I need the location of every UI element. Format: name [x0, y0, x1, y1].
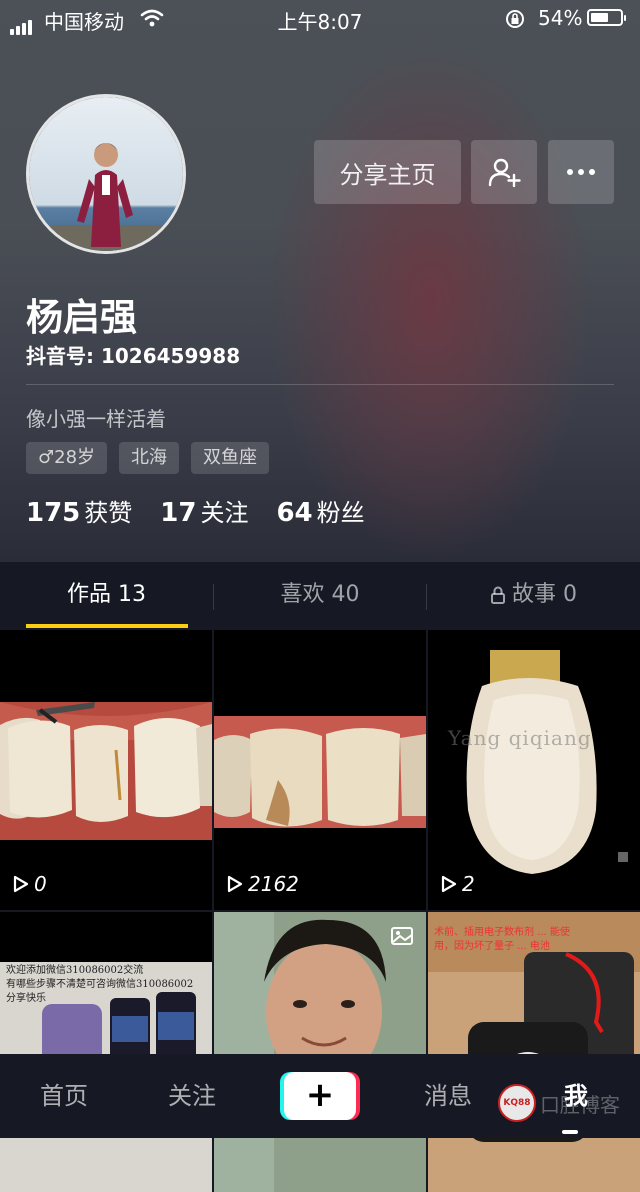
device-photo	[428, 912, 640, 1192]
video-thumbnail[interactable]: 术前、插用电子数布剂 ... 能使 用，因为坏了量子 ... 电池	[428, 912, 640, 1192]
watermark-text: 口腔博客	[540, 1092, 620, 1117]
rotation-lock-icon	[504, 8, 526, 35]
teeth-photo	[0, 630, 212, 910]
battery-percent: 54%	[538, 6, 583, 30]
share-profile-button[interactable]: 分享主页	[314, 140, 461, 204]
active-tab-indicator	[26, 624, 188, 628]
share-profile-label: 分享主页	[339, 160, 436, 189]
more-dots-icon	[567, 169, 595, 175]
profile-name: 杨启强	[26, 296, 137, 339]
teeth-photo	[214, 630, 426, 910]
photo-thumbnail[interactable]	[214, 912, 426, 1192]
profile-stats: 175 获赞 17 关注 64 粉丝	[26, 493, 393, 528]
nav-messages[interactable]: 消息	[398, 1054, 498, 1138]
watermark-logo: KQ88	[498, 1084, 536, 1122]
video-thumbnail[interactable]: Yang qiqiang 2	[428, 630, 640, 910]
thumbnail-caption: 欢迎添加微信310086002交流 有哪些步骤不清楚可咨询微信310086002…	[6, 965, 194, 1004]
image-icon	[391, 927, 413, 945]
avatar-photo	[29, 97, 183, 251]
thumbnail-caption: 术前、插用电子数布剂 ... 能使 用，因为坏了量子 ... 电池	[434, 927, 570, 952]
tab-stories-label: 故事 0	[512, 582, 577, 607]
tab-likes[interactable]: 喜欢 40	[214, 562, 426, 628]
divider	[26, 384, 614, 385]
stat-likes[interactable]: 175 获赞	[26, 493, 132, 528]
profile-header: 中国移动 上午8:07 54% 分享主页 杨启强 抖音号: 1026459988…	[0, 0, 640, 562]
video-thumbnail[interactable]: 欢迎添加微信310086002交流 有哪些步骤不清楚可咨询微信310086002…	[0, 912, 212, 1192]
thumbnail-watermark: Yang qiqiang	[448, 726, 592, 750]
profile-tags: ♂28岁 北海 双鱼座	[26, 442, 281, 474]
video-thumbnail[interactable]: 0	[0, 630, 212, 910]
play-icon	[227, 875, 243, 893]
tab-stories[interactable]: 故事 0	[427, 562, 640, 628]
stat-followers[interactable]: 64 粉丝	[276, 493, 364, 528]
stat-following[interactable]: 17 关注	[160, 493, 248, 528]
add-friend-button[interactable]	[471, 140, 537, 204]
site-watermark: KQ88 口腔博客	[498, 1084, 620, 1122]
lock-icon	[491, 586, 505, 604]
tag-constellation: 双鱼座	[191, 442, 270, 474]
profile-bio: 像小强一样活着	[26, 407, 166, 431]
play-count: 2162	[224, 872, 299, 896]
crown-photo	[428, 630, 640, 910]
douyin-id: 抖音号: 1026459988	[26, 344, 241, 368]
play-count: 0	[10, 872, 47, 896]
content-tabs: 作品 13 喜欢 40 故事 0	[0, 562, 640, 628]
play-count: 2	[438, 872, 475, 896]
play-icon	[13, 875, 29, 893]
tab-works[interactable]: 作品 13	[0, 562, 213, 628]
selfie-photo	[214, 912, 426, 1192]
status-bar: 中国移动 上午8:07 54%	[0, 0, 640, 36]
active-nav-indicator	[562, 1130, 578, 1134]
video-thumbnail[interactable]: 2162	[214, 630, 426, 910]
battery-icon	[587, 9, 626, 26]
product-photo	[0, 912, 212, 1192]
nav-home[interactable]: 首页	[14, 1054, 114, 1138]
create-button[interactable]: +	[280, 1072, 360, 1120]
tag-age: ♂28岁	[26, 442, 108, 474]
plus-icon: +	[284, 1072, 356, 1120]
avatar[interactable]	[26, 94, 186, 254]
add-user-icon	[488, 158, 521, 188]
nav-follow[interactable]: 关注	[142, 1054, 242, 1138]
play-icon	[441, 875, 457, 893]
tag-location: 北海	[119, 442, 180, 474]
more-options-button[interactable]	[548, 140, 614, 204]
